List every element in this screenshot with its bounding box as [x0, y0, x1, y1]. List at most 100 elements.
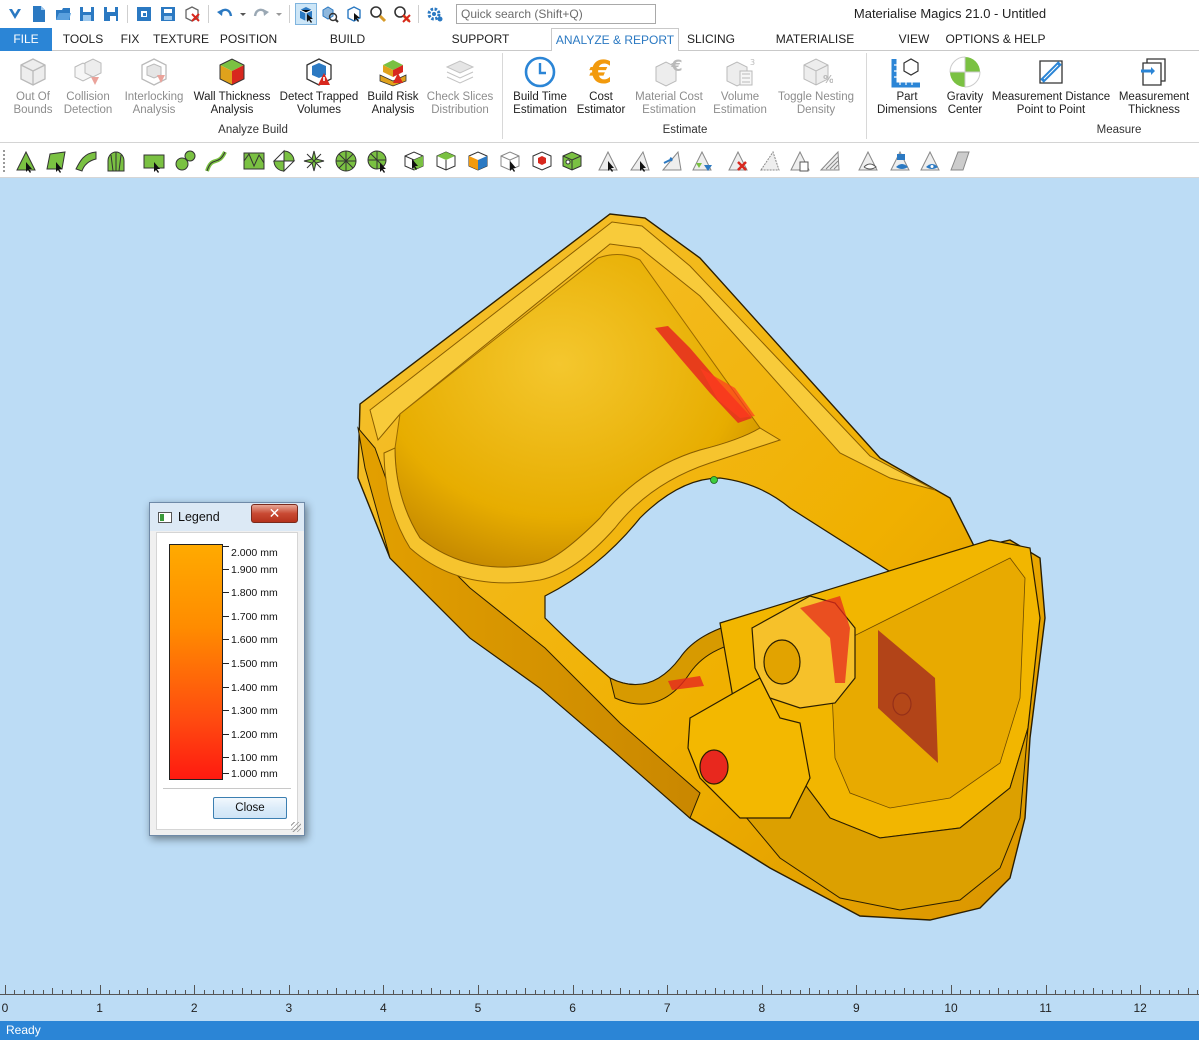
volume-estimation-button[interactable]: 3 Volume Estimation — [710, 55, 770, 121]
transparency-icon[interactable] — [948, 149, 972, 173]
part-view-5-icon[interactable] — [530, 149, 554, 173]
ruler-number: 2 — [190, 1001, 198, 1015]
tab-options-help[interactable]: OPTIONS & HELP — [943, 28, 1048, 51]
tab-build-preparation[interactable]: BUILD PREPARATION — [287, 28, 408, 69]
save-icon[interactable] — [76, 3, 98, 25]
ruler-tick — [818, 990, 820, 994]
wall-thickness-analysis-button[interactable]: Wall Thickness Analysis — [192, 55, 272, 121]
ruler-tick — [534, 990, 536, 994]
ruler-tick — [52, 988, 54, 994]
save-as-icon[interactable] — [100, 3, 122, 25]
toolbar-grip[interactable] — [3, 150, 7, 172]
triangle-select-icon[interactable] — [596, 149, 620, 173]
hide-triangle-icon[interactable] — [856, 149, 880, 173]
measurement-thickness-button[interactable]: Measurement Thickness — [1114, 55, 1194, 121]
material-cost-estimation-button[interactable]: € Material Cost Estimation — [630, 55, 708, 121]
legend-close-button[interactable]: Close — [213, 797, 287, 819]
triangle-grow-icon[interactable] — [660, 149, 684, 173]
mark-plane-icon[interactable] — [44, 149, 68, 173]
mark-wheel-icon[interactable] — [334, 149, 358, 173]
triangle-expand-icon[interactable] — [628, 149, 652, 173]
build-time-estimation-button[interactable]: Build Time Estimation — [508, 55, 572, 121]
mark-contour-icon[interactable] — [174, 149, 198, 173]
select-part-icon[interactable] — [343, 3, 365, 25]
tab-support-generation[interactable]: SUPPORT GENERATION — [414, 28, 547, 69]
part-view-4-icon[interactable] — [498, 149, 522, 173]
gravity-center-button[interactable]: Gravity Center — [942, 55, 988, 121]
measurement-distance-label: Measurement Distance Point to Point — [991, 91, 1111, 116]
collision-detection-button[interactable]: Collision Detection — [60, 55, 116, 121]
thickness-icon — [1141, 58, 1166, 86]
mark-surface-icon[interactable] — [74, 149, 98, 173]
out-of-bounds-button[interactable]: Out Of Bounds — [6, 55, 60, 121]
tab-view[interactable]: VIEW — [893, 28, 935, 51]
mark-curve-icon[interactable] — [204, 149, 228, 173]
undo-dropdown-icon[interactable] — [238, 3, 248, 25]
show-triangle-icon[interactable] — [888, 149, 912, 173]
legend-window-icon — [158, 512, 172, 523]
select-mode-icon[interactable] — [295, 3, 317, 25]
triangle-stripes-icon[interactable] — [818, 149, 842, 173]
mark-window-icon[interactable] — [142, 149, 166, 173]
tab-texture[interactable]: TEXTURE — [151, 28, 211, 51]
legend-titlebar[interactable]: Legend ✕ — [150, 503, 304, 531]
unload-part-icon[interactable] — [181, 3, 203, 25]
collision-detection-label: Collision Detection — [63, 91, 113, 116]
legend-close-icon[interactable]: ✕ — [251, 504, 298, 523]
open-file-icon[interactable] — [52, 3, 74, 25]
triangle-shrink-icon[interactable] — [690, 149, 714, 173]
quick-search-input[interactable] — [456, 4, 656, 24]
zoom-select-icon[interactable] — [319, 3, 341, 25]
part-view-2-icon[interactable] — [434, 149, 458, 173]
toolbar-separator — [208, 5, 209, 23]
tab-materialise-software[interactable]: MATERIALISE SOFTWARE — [744, 28, 886, 69]
gravity-center-marker[interactable] — [710, 476, 718, 484]
legend-tick — [223, 757, 229, 758]
settings-icon[interactable] — [424, 3, 446, 25]
redo-icon[interactable] — [250, 3, 272, 25]
mark-triangle-icon[interactable] — [14, 149, 38, 173]
zoom-icon[interactable] — [367, 3, 389, 25]
tab-position[interactable]: POSITION — [215, 28, 282, 51]
measurement-distance-button[interactable]: Measurement Distance Point to Point — [990, 55, 1112, 121]
tab-analyze-report[interactable]: ANALYZE & REPORT — [551, 28, 679, 52]
triangle-delete-icon[interactable] — [726, 149, 750, 173]
group-label-estimate: Estimate — [662, 124, 708, 136]
ruler-number: 11 — [1039, 1001, 1052, 1015]
tab-fix[interactable]: FIX — [112, 28, 148, 51]
ruler-tick — [913, 990, 915, 994]
ruler-tick — [1121, 990, 1123, 994]
part-view-3-icon[interactable] — [466, 149, 490, 173]
detect-trapped-volumes-button[interactable]: Detect Trapped Volumes — [278, 55, 360, 121]
new-file-icon[interactable] — [28, 3, 50, 25]
app-logo-icon[interactable] — [4, 3, 26, 25]
check-slices-distribution-button[interactable]: Check Slices Distribution — [426, 55, 494, 121]
mark-shell-icon[interactable] — [104, 149, 128, 173]
visibility-icon[interactable] — [918, 149, 942, 173]
undo-icon[interactable] — [214, 3, 236, 25]
interlocking-analysis-button[interactable]: Interlocking Analysis — [118, 55, 190, 121]
tab-tools[interactable]: TOOLS — [56, 28, 110, 51]
mark-sphere-icon[interactable] — [272, 149, 296, 173]
ruler-tick — [250, 990, 252, 994]
mark-star-icon[interactable] — [302, 149, 326, 173]
build-risk-analysis-button[interactable]: Build Risk Analysis — [362, 55, 424, 121]
tab-slicing[interactable]: SLICING — [684, 28, 738, 51]
load-icon[interactable] — [157, 3, 179, 25]
redo-dropdown-icon[interactable] — [274, 3, 284, 25]
triangle-invert-icon[interactable] — [758, 149, 782, 173]
legend-label: 2.000 mm — [231, 547, 278, 559]
triangle-copy-icon[interactable] — [788, 149, 812, 173]
part-view-1-icon[interactable] — [402, 149, 426, 173]
zoom-remove-icon[interactable] — [391, 3, 413, 25]
part-dimensions-button[interactable]: Part Dimensions — [872, 55, 942, 121]
toggle-nesting-density-button[interactable]: % Toggle Nesting Density — [772, 55, 860, 121]
part-view-6-icon[interactable] — [560, 149, 584, 173]
mark-noise-icon[interactable] — [242, 149, 266, 173]
import-part-icon[interactable] — [133, 3, 155, 25]
legend-body: 2.000 mm 1.900 mm 1.800 mm 1.700 mm 1.60… — [156, 532, 298, 830]
cost-estimator-button[interactable]: € Cost Estimator — [574, 55, 628, 121]
resize-grip[interactable] — [291, 822, 301, 832]
mark-all-icon[interactable] — [366, 149, 390, 173]
tab-file[interactable]: FILE — [0, 28, 52, 51]
